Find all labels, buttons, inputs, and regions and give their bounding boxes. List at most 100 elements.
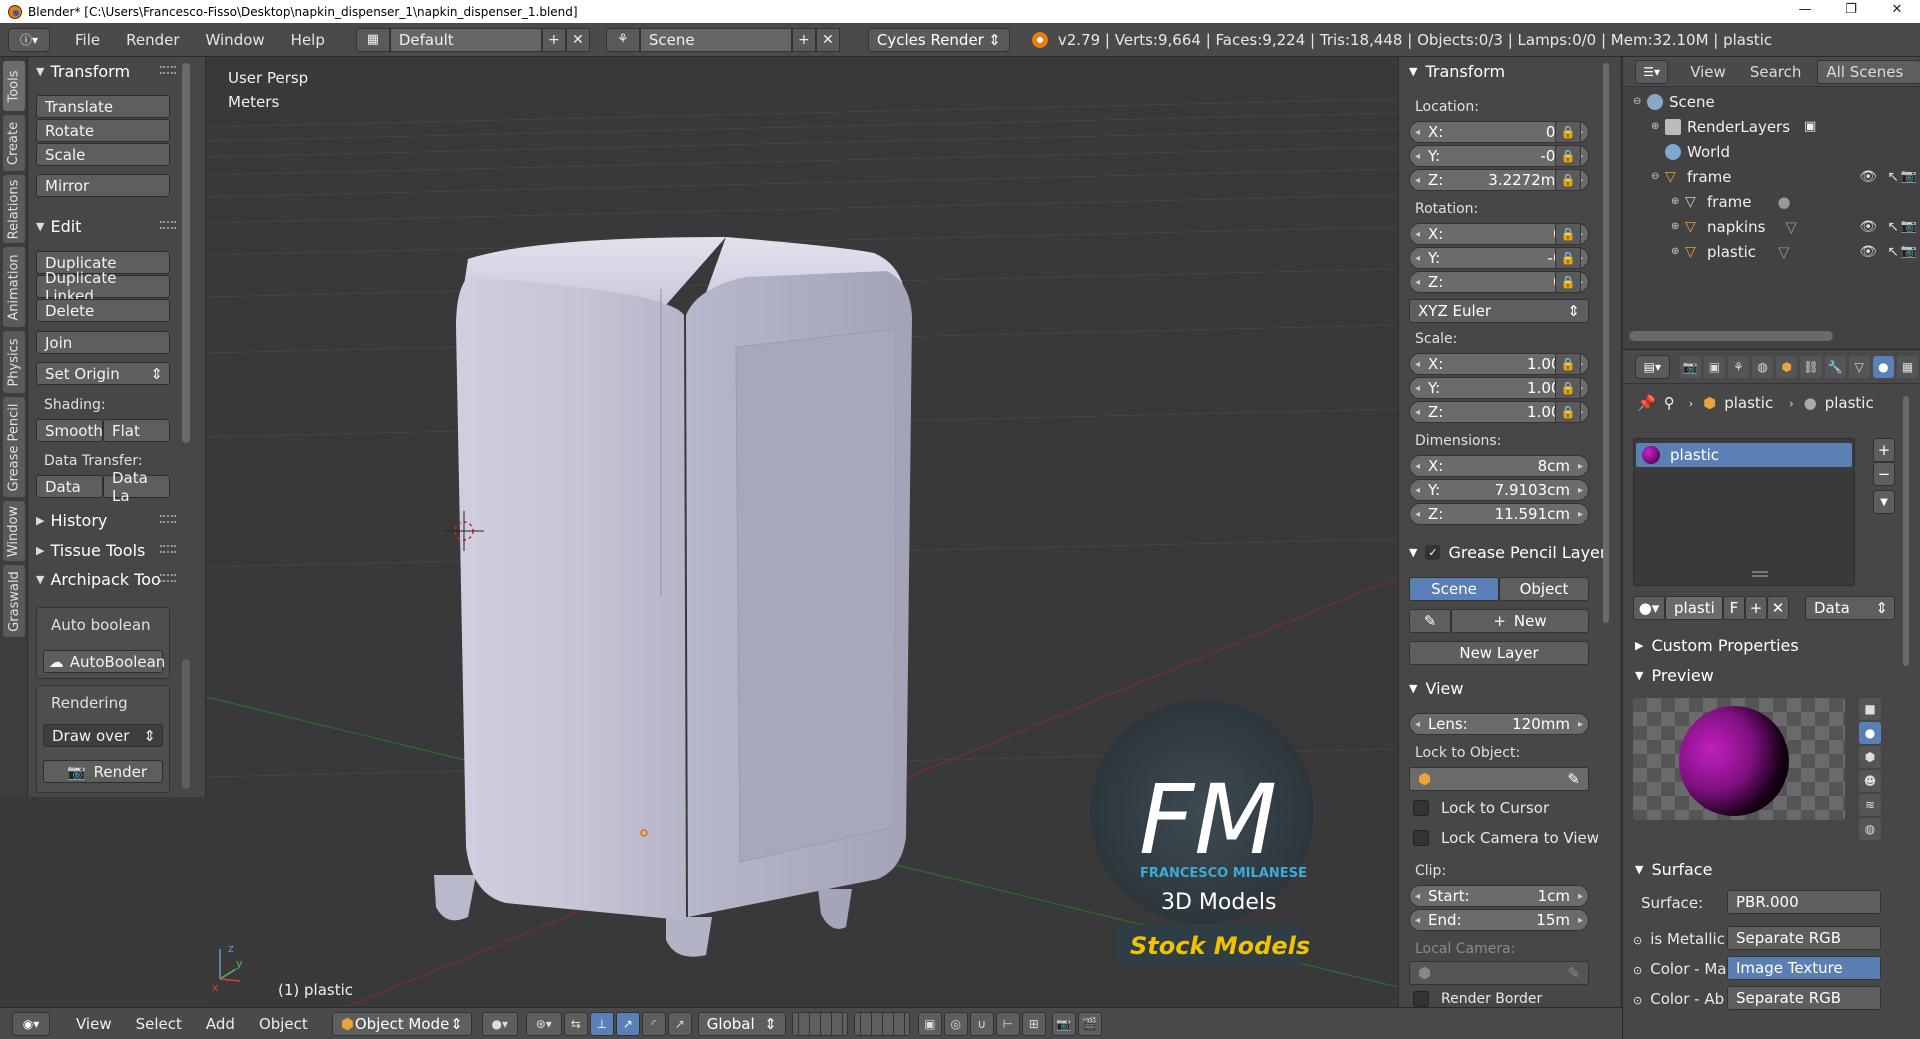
- material-browse-icon[interactable]: ●▾: [1633, 596, 1665, 620]
- input-is-metallic[interactable]: ⊙ is Metallic: [1633, 930, 1725, 948]
- collapse-toggle-icon[interactable]: ⊖: [1651, 171, 1665, 182]
- data-layout-button[interactable]: Data La: [103, 469, 170, 505]
- outliner-h-scrollbar[interactable]: [1629, 331, 1833, 341]
- drag-grip-icon[interactable]: [160, 66, 176, 74]
- render-camera-icon[interactable]: 📷: [1901, 169, 1917, 184]
- manipulator-toggle-icon[interactable]: ⇆: [563, 1011, 588, 1036]
- drag-grip-icon[interactable]: [160, 574, 176, 582]
- npanel-scrollbar[interactable]: [1603, 63, 1609, 623]
- tab-object-icon[interactable]: ⬢: [1776, 355, 1798, 378]
- lock-layers-icon[interactable]: ▣: [917, 1011, 942, 1036]
- fake-user-button[interactable]: F: [1723, 596, 1745, 620]
- rotate-arc-icon[interactable]: ◜: [641, 1011, 666, 1036]
- toolshelf-scrollbar-lower[interactable]: [182, 659, 190, 789]
- snap-element-icon[interactable]: ⊢: [995, 1011, 1020, 1036]
- dimension-x-field[interactable]: X: 8cm: [1409, 455, 1589, 477]
- tab-constraints-icon[interactable]: ⛓: [1800, 355, 1822, 378]
- expand-toggle-icon[interactable]: ⊕: [1671, 246, 1685, 257]
- tab-modifiers-icon[interactable]: 🔧: [1824, 355, 1846, 378]
- material-name-field[interactable]: plasti: [1665, 596, 1723, 620]
- layout-name-field[interactable]: Default: [389, 27, 542, 52]
- select-arrow-icon[interactable]: ↖: [1887, 169, 1899, 185]
- napkin-dispenser-mesh[interactable]: [434, 237, 912, 957]
- translate-button[interactable]: Translate: [36, 95, 170, 118]
- add-slot-button[interactable]: +: [1873, 438, 1895, 462]
- color-ab-node-field[interactable]: Separate RGB: [1727, 986, 1881, 1010]
- tab-window[interactable]: Window: [3, 501, 25, 561]
- maximize-button[interactable]: ❐: [1828, 0, 1874, 23]
- surface-shader-field[interactable]: PBR.000: [1727, 890, 1881, 914]
- remove-slot-button[interactable]: −: [1873, 462, 1895, 486]
- slot-specials-button[interactable]: ▼: [1873, 490, 1895, 514]
- menu-render[interactable]: Render: [113, 31, 192, 49]
- lock-icon[interactable]: 🔒: [1555, 353, 1581, 375]
- custom-properties-header[interactable]: ▶ Custom Properties: [1635, 636, 1799, 655]
- drag-grip-icon[interactable]: [160, 515, 176, 523]
- properties-editor-type[interactable]: ▤▾: [1635, 354, 1670, 379]
- lock-icon[interactable]: 🔒: [1555, 169, 1581, 191]
- new-grease-button[interactable]: + New: [1451, 609, 1589, 633]
- scene-name-field[interactable]: Scene: [639, 27, 792, 52]
- dimension-y-field[interactable]: Y: 7.9103cm: [1409, 479, 1589, 501]
- history-panel-header[interactable]: ▶ History: [36, 511, 176, 530]
- is-metallic-node-field[interactable]: Separate RGB: [1727, 926, 1881, 950]
- color-ma-node-field[interactable]: Image Texture: [1727, 956, 1881, 980]
- expand-toggle-icon[interactable]: ⊕: [1671, 196, 1685, 207]
- render-button[interactable]: 📷 Render: [43, 760, 163, 783]
- menu-window[interactable]: Window: [193, 31, 278, 49]
- smooth-shading-button[interactable]: Smooth: [36, 419, 103, 442]
- opengl-render-icon[interactable]: 📷: [1051, 1011, 1076, 1036]
- toolshelf-scrollbar[interactable]: [182, 63, 190, 443]
- view-panel-header[interactable]: ▼ View: [1409, 679, 1463, 698]
- select-arrow-icon[interactable]: ↖: [1887, 244, 1899, 260]
- render-camera-icon[interactable]: 📷: [1901, 219, 1917, 234]
- archipack-panel-header[interactable]: ▼ Archipack Too: [36, 570, 176, 589]
- new-material-button[interactable]: +: [1745, 596, 1767, 620]
- tab-texture-icon[interactable]: ▦: [1896, 355, 1919, 378]
- lock-object-field[interactable]: ⬢ ✎: [1409, 767, 1589, 791]
- eyedropper-icon[interactable]: ✎: [1567, 770, 1580, 788]
- drag-grip-icon[interactable]: [160, 545, 176, 553]
- lock-to-cursor-checkbox[interactable]: Lock to Cursor: [1413, 799, 1549, 817]
- tab-animation[interactable]: Animation: [3, 247, 25, 327]
- preview-world-icon[interactable]: ◍: [1859, 818, 1881, 840]
- autoboolean-button[interactable]: ☁ AutoBoolean: [43, 650, 165, 673]
- visibility-eye-icon[interactable]: 👁: [1859, 244, 1877, 260]
- tab-relations[interactable]: Relations: [3, 175, 25, 243]
- data-transfer-button[interactable]: Data: [36, 475, 103, 498]
- menu-file[interactable]: File: [62, 31, 113, 49]
- tab-tools[interactable]: Tools: [3, 61, 25, 111]
- flat-shading-button[interactable]: Flat: [103, 419, 170, 442]
- link-mode-dropdown[interactable]: Data ⇕: [1805, 596, 1895, 620]
- pin-icon[interactable]: 📌: [1637, 394, 1656, 412]
- tab-world-icon[interactable]: ◍: [1752, 355, 1774, 378]
- snap-target-icon[interactable]: ⊞: [1021, 1011, 1046, 1036]
- preview-sphere-icon[interactable]: ●: [1859, 722, 1881, 744]
- material-slot-row[interactable]: plastic: [1636, 443, 1852, 467]
- preview-cube-icon[interactable]: ⬢: [1859, 746, 1881, 768]
- lens-field[interactable]: Lens: 120mm: [1409, 713, 1589, 735]
- add-scene-button[interactable]: +: [791, 27, 816, 52]
- add-layout-button[interactable]: +: [541, 27, 566, 52]
- interaction-mode-dropdown[interactable]: ⬢ Object Mode ⇕: [331, 1011, 472, 1036]
- clip-start-field[interactable]: Start: 1cm: [1409, 885, 1589, 907]
- tab-scene-icon[interactable]: ⚘: [1727, 355, 1750, 378]
- rotation-mode-dropdown[interactable]: XYZ Euler ⇕: [1409, 299, 1589, 323]
- pivot-point-icon[interactable]: ⊛▾: [525, 1011, 562, 1036]
- outliner-display-mode[interactable]: All Scenes: [1817, 59, 1920, 84]
- visibility-eye-icon[interactable]: 👁: [1859, 169, 1877, 185]
- outliner-row-frame[interactable]: ⊖ ▽ frame 👁 ↖ 📷: [1623, 164, 1920, 189]
- set-origin-dropdown[interactable]: Set Origin ⇕: [36, 362, 170, 385]
- outliner-row-world[interactable]: World: [1623, 139, 1920, 164]
- transform-orientation-dropdown[interactable]: Global ⇕: [697, 1011, 786, 1036]
- input-color-ab[interactable]: ⊙ Color - Ab: [1633, 990, 1724, 1008]
- preview-header[interactable]: ▼ Preview: [1635, 666, 1714, 685]
- editor-type-button[interactable]: ⓘ ▾: [8, 27, 50, 52]
- remove-scene-button[interactable]: ✕: [815, 27, 840, 52]
- preview-monkey-icon[interactable]: ☻: [1859, 770, 1881, 792]
- viewport-editor-type[interactable]: ◉▾: [12, 1011, 50, 1036]
- dimension-z-field[interactable]: Z: 11.591cm: [1409, 503, 1589, 525]
- tab-graswald[interactable]: Graswald: [3, 565, 25, 637]
- menu-object[interactable]: Object: [247, 1015, 320, 1033]
- lock-icon[interactable]: 🔒: [1555, 223, 1581, 245]
